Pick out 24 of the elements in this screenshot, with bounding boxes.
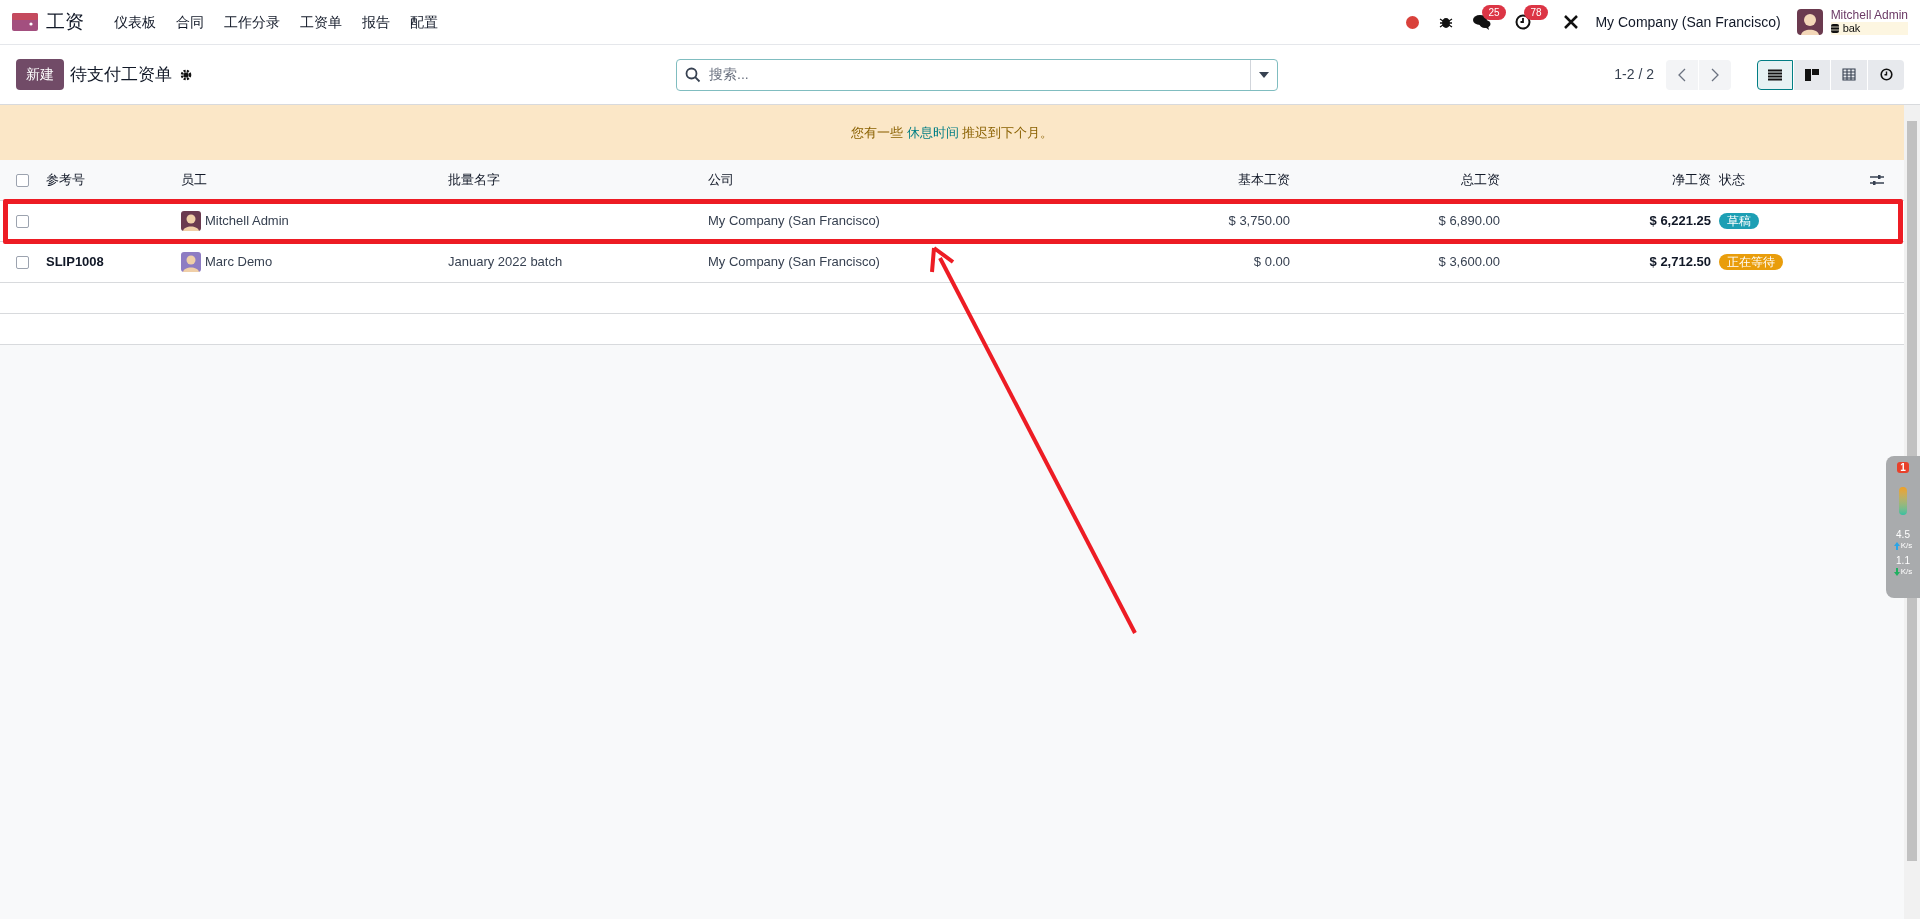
speed-unit: K/s [1900,566,1913,577]
message-count-badge: 25 [1482,5,1506,20]
table-cell: SLIP1008 [46,254,104,270]
activity-count-badge: 78 [1524,5,1548,20]
table-cell: My Company (San Francisco) [708,254,880,270]
table-cell: $ 6,221.25 [1649,213,1711,229]
database-label: bak [1842,22,1861,35]
download-speed: 1.1 [1896,555,1910,566]
table-cell: $ 3,600.00 [1438,254,1500,270]
upload-speed: 4.5 [1896,529,1910,540]
table-cell: $ 6,890.00 [1438,213,1500,229]
table-cell-text: Mitchell Admin [205,212,289,231]
table-cell: My Company (San Francisco) [708,213,880,229]
alert-message: 您有一些 休息时间 推迟到下个月。 [850,123,1054,142]
table-cell: $ 2,712.50 [1649,254,1711,270]
alert-count-badge: 1 [1897,462,1909,473]
status-tag: 正在等待 [1719,254,1783,270]
page-title: 待支付工资单 [70,63,172,86]
table-cell: $ 3,750.00 [1228,213,1290,229]
speed-unit: K/s [1900,540,1913,551]
status-tag: 草稿 [1719,213,1759,229]
table-cell: January 2022 batch [448,254,563,270]
table-cell-text: Marc Demo [205,253,273,272]
table-cell: $ 0.00 [1253,254,1290,270]
